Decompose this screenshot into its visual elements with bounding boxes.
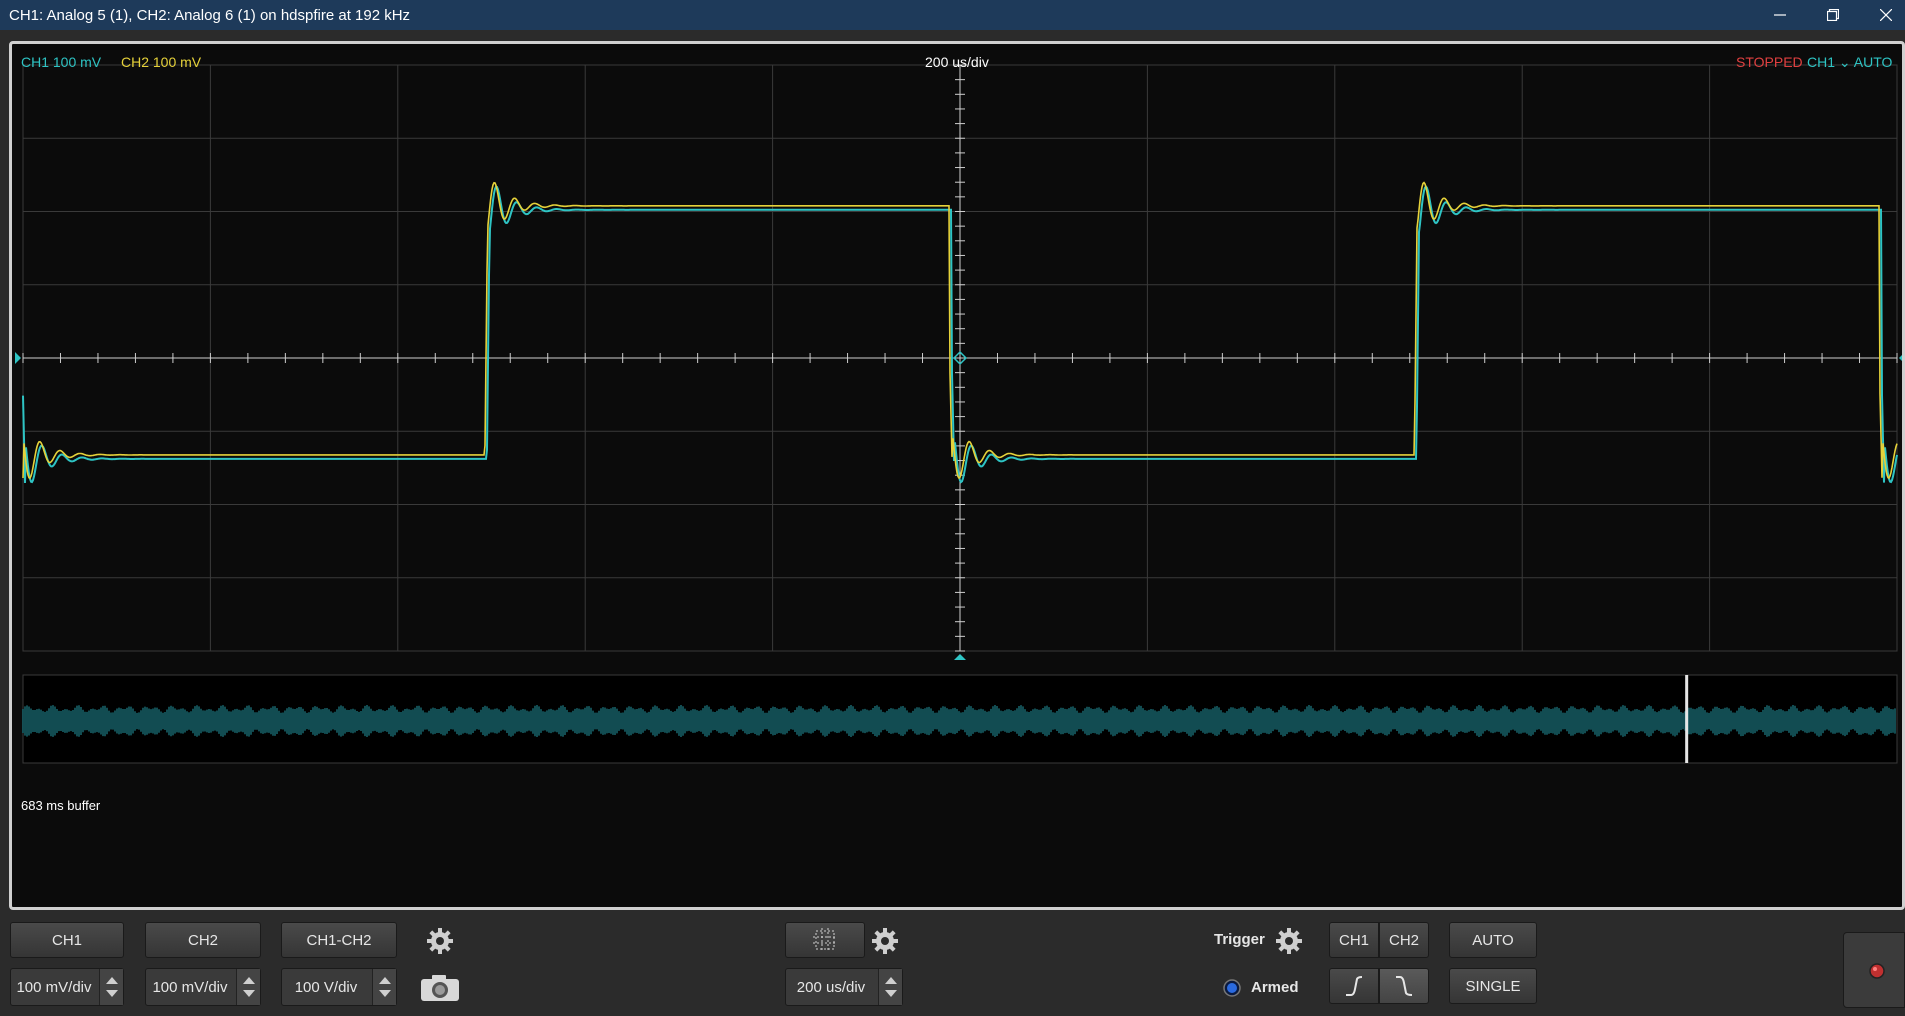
grid-toggle-icon	[813, 928, 837, 952]
buffer-view-window	[1685, 675, 1689, 763]
trigger-mode-label: AUTO	[1853, 54, 1893, 70]
single-button[interactable]: SINGLE	[1449, 968, 1537, 1004]
trigger-label: Trigger	[1214, 931, 1265, 948]
ch2-scale-label: CH2 100 mV	[121, 54, 202, 70]
up-arrow-icon	[379, 977, 391, 984]
math-volts-div-value: 100 V/div	[294, 978, 358, 996]
scope-display[interactable]: CH1 100 mV CH2 100 mV 200 us/div STOPPED…	[9, 41, 1905, 910]
markers	[15, 350, 1902, 660]
auto-button[interactable]: AUTO	[1449, 922, 1537, 958]
close-icon	[1880, 9, 1892, 21]
camera-icon[interactable]	[420, 973, 460, 1003]
down-arrow-icon	[885, 990, 897, 997]
timebase-spinner[interactable]: 200 us/div	[785, 968, 903, 1006]
title-bar: CH1: Analog 5 (1), CH2: Analog 6 (1) on …	[0, 0, 1905, 30]
grid-toggle-button[interactable]	[785, 922, 865, 958]
ch2-volts-div-spinner[interactable]: 100 mV/div	[145, 968, 261, 1006]
rising-edge-button[interactable]	[1329, 968, 1379, 1004]
trigger-source: CH1	[1807, 54, 1836, 70]
window-title: CH1: Analog 5 (1), CH2: Analog 6 (1) on …	[9, 7, 411, 24]
falling-edge-button[interactable]	[1379, 968, 1429, 1004]
ch2-spinner-arrows[interactable]	[236, 969, 260, 1005]
trigger-time-marker	[954, 654, 966, 660]
up-arrow-icon	[885, 977, 897, 984]
math-volts-div-spinner[interactable]: 100 V/div	[281, 968, 397, 1006]
rising-edge-icon	[1346, 976, 1363, 996]
trigger-settings-gear-icon[interactable]	[1274, 926, 1304, 956]
falling-edge-icon	[1396, 976, 1413, 996]
trigger-source-label: CH1 ⌄ AUTO	[1807, 54, 1892, 71]
record-panel[interactable]	[1843, 932, 1905, 1008]
armed-label: Armed	[1251, 979, 1299, 996]
minimize-icon	[1774, 14, 1786, 16]
timebase-settings-gear-icon[interactable]	[870, 926, 900, 956]
restore-button[interactable]	[1810, 0, 1856, 30]
armed-led-icon	[1223, 979, 1241, 997]
minimize-button[interactable]	[1757, 0, 1803, 30]
math-spinner-arrows[interactable]	[372, 969, 396, 1005]
trigger-slope-indicator: ⌄	[1838, 54, 1851, 70]
ch2-volts-div-value: 100 mV/div	[152, 978, 228, 996]
status-label: STOPPED	[1736, 54, 1803, 70]
trigger-level-marker	[1899, 355, 1902, 361]
buffer-overview[interactable]	[22, 674, 1898, 764]
trigger-ch1-button[interactable]: CH1	[1329, 922, 1379, 958]
up-arrow-icon	[106, 977, 118, 984]
settings-gear-icon[interactable]	[425, 926, 455, 956]
up-arrow-icon	[243, 977, 255, 984]
buffer-strip	[22, 674, 1898, 764]
timebase-spinner-arrows[interactable]	[878, 969, 902, 1005]
buffer-label: 683 ms buffer	[21, 798, 101, 813]
ch1-volts-div-spinner[interactable]: 100 mV/div	[10, 968, 124, 1006]
down-arrow-icon	[106, 990, 118, 997]
close-button[interactable]	[1863, 0, 1905, 30]
timebase-label: 200 us/div	[925, 54, 989, 70]
ch2-button[interactable]: CH2	[145, 922, 261, 958]
down-arrow-icon	[243, 990, 255, 997]
ch1-volts-div-value: 100 mV/div	[16, 978, 92, 996]
graticule	[22, 64, 1898, 652]
scope-canvas[interactable]	[12, 44, 1902, 907]
ch1-button[interactable]: CH1	[10, 922, 124, 958]
ch1-scale-label: CH1 100 mV	[21, 54, 102, 70]
down-arrow-icon	[379, 990, 391, 997]
math-button[interactable]: CH1-CH2	[281, 922, 397, 958]
restore-icon	[1827, 9, 1839, 21]
record-icon[interactable]	[1868, 962, 1886, 980]
ch1-level-marker	[15, 352, 21, 364]
trigger-ch2-button[interactable]: CH2	[1379, 922, 1429, 958]
ch1-spinner-arrows[interactable]	[99, 969, 123, 1005]
timebase-value: 200 us/div	[796, 978, 866, 996]
